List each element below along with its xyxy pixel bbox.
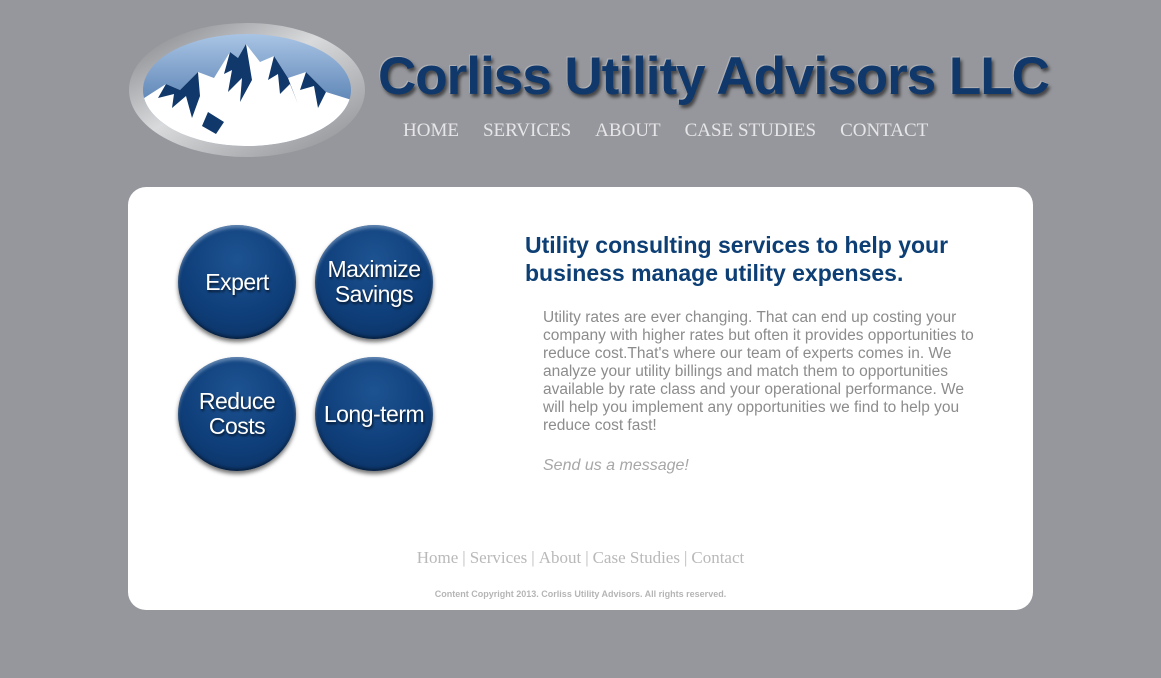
footer-case-studies-link[interactable]: Case Studies <box>593 548 680 567</box>
nav-contact-link[interactable]: CONTACT <box>840 120 928 142</box>
nav-services-link[interactable]: SERVICES <box>483 120 571 142</box>
footer-separator: | <box>531 548 535 567</box>
copyright-text: Content Copyright 2013. Corliss Utility … <box>434 589 727 599</box>
footer-separator: | <box>585 548 589 567</box>
footer-services-link[interactable]: Services <box>470 548 528 567</box>
feature-long-term: Long-term <box>315 357 433 471</box>
feature-maximize-savings-label: Maximize Savings <box>327 256 421 307</box>
footer-home-link[interactable]: Home <box>417 548 459 567</box>
nav-about-link[interactable]: ABOUT <box>595 120 660 142</box>
nav-home-link[interactable]: HOME <box>403 120 459 142</box>
feature-reduce-costs-label: Reduce Costs <box>198 388 276 439</box>
feature-expert: Expert <box>178 225 296 339</box>
send-message-link[interactable]: Send us a message! <box>543 457 689 475</box>
feature-reduce-costs: Reduce Costs <box>178 357 296 471</box>
footer-nav: Home | Services | About | Case Studies | Contact <box>128 548 1033 568</box>
nav-case-studies-link[interactable]: CASE STUDIES <box>685 120 816 142</box>
main-body-text: Utility rates are ever changing. That ca… <box>543 309 974 434</box>
feature-maximize-savings: Maximize Savings <box>315 225 433 339</box>
content-panel: Expert Maximize Savings Reduce Costs Lon… <box>128 187 1033 610</box>
site-title: Corliss Utility Advisors LLC <box>378 47 1050 106</box>
footer-contact-link[interactable]: Contact <box>691 548 744 567</box>
main-nav: HOME SERVICES ABOUT CASE STUDIES CONTACT <box>403 120 928 142</box>
feature-expert-label: Expert <box>205 268 269 295</box>
footer-separator: | <box>462 548 466 567</box>
main-headline: Utility consulting services to help your… <box>525 232 949 286</box>
footer-separator: | <box>683 548 688 567</box>
footer-about-link[interactable]: About <box>539 548 582 567</box>
feature-long-term-label: Long-term <box>323 400 425 427</box>
mountain-logo-icon[interactable] <box>128 22 366 158</box>
